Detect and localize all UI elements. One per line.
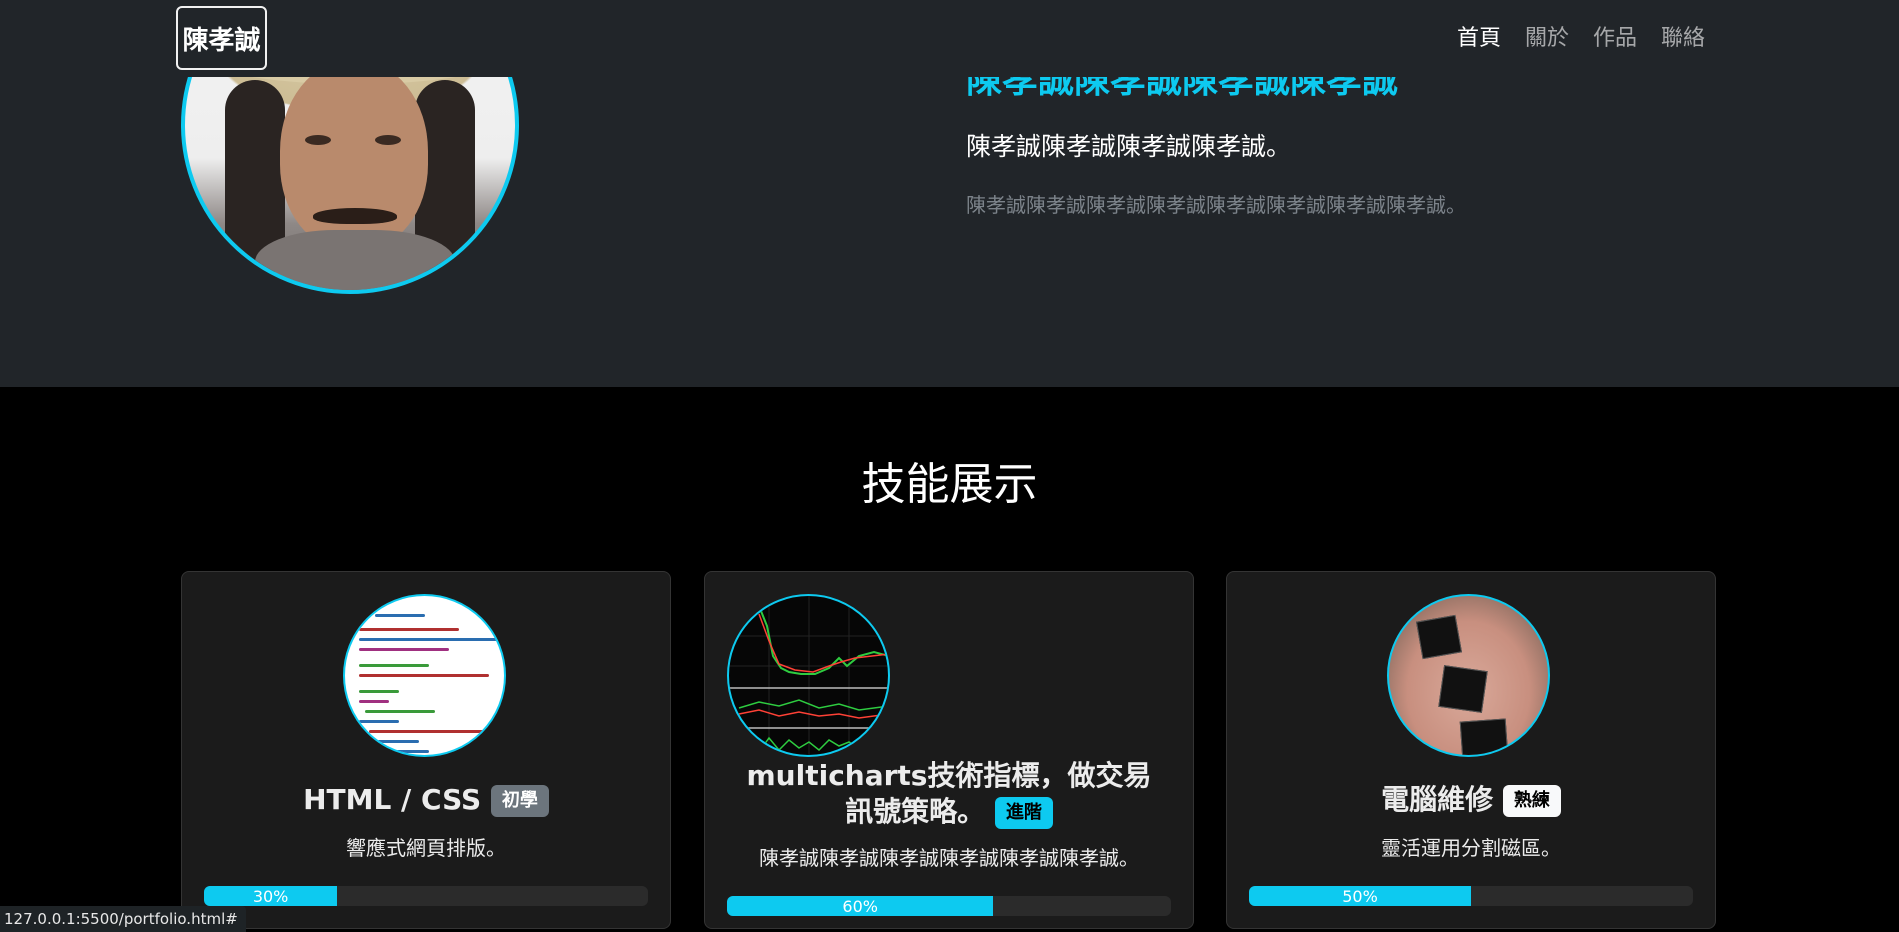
nav-link-works[interactable]: 作品 [1593, 20, 1637, 52]
skill-card-title-text: HTML / CSS [303, 783, 482, 816]
skill-level-badge: 熟練 [1502, 785, 1561, 817]
nav-links: 首頁 關於 作品 聯絡 [1457, 20, 1705, 52]
skill-card-title-text: multicharts技術指標，做交易訊號策略。 [746, 759, 1152, 828]
skill-card-title: multicharts技術指標，做交易訊號策略。 進階 [705, 758, 1193, 830]
navbar: 陳孝誠 首頁 關於 作品 聯絡 [0, 0, 1899, 77]
chips-in-hand-image [1387, 594, 1550, 757]
skill-progress-bar: 50% [1249, 886, 1471, 906]
skill-level-badge: 初學 [490, 785, 549, 817]
skill-level-badge: 進階 [994, 797, 1053, 829]
skill-card-title-text: 電腦維修 [1381, 783, 1494, 816]
skill-progress: 30% [204, 886, 648, 906]
skill-card-description: 陳孝誠陳孝誠陳孝誠陳孝誠陳孝誠陳孝誠。 [759, 846, 1139, 870]
skill-card-description: 響應式網頁排版。 [346, 836, 506, 860]
hero-description: 陳孝誠陳孝誠陳孝誠陳孝誠陳孝誠陳孝誠陳孝誠陳孝誠。 [966, 193, 1466, 217]
skill-card-title: 電腦維修 熟練 [1227, 782, 1715, 818]
skill-card-html-css: HTML / CSS 初學 響應式網頁排版。 30% [181, 571, 671, 929]
nav-link-about[interactable]: 關於 [1525, 20, 1569, 52]
nav-link-contact[interactable]: 聯絡 [1661, 20, 1705, 52]
skill-card-description: 靈活運用分割磁區。 [1381, 836, 1561, 860]
skills-heading: 技能展示 [861, 459, 1038, 510]
skill-card-computer-repair: 電腦維修 熟練 靈活運用分割磁區。 50% [1226, 571, 1716, 929]
skill-progress: 60% [727, 896, 1171, 916]
brand-logo[interactable]: 陳孝誠 [176, 6, 267, 70]
skill-progress: 50% [1249, 886, 1693, 906]
skill-progress-bar: 30% [204, 886, 338, 906]
trading-chart-image [727, 594, 890, 757]
hero-subtitle: 陳孝誠陳孝誠陳孝誠陳孝誠。 [966, 132, 1292, 161]
nav-link-home[interactable]: 首頁 [1457, 20, 1501, 52]
skill-card-multicharts: multicharts技術指標，做交易訊號策略。 進階 陳孝誠陳孝誠陳孝誠陳孝誠… [704, 571, 1194, 929]
skill-card-title: HTML / CSS 初學 [182, 782, 670, 818]
browser-status-url: 127.0.0.1:5500/portfolio.html# [0, 906, 246, 932]
skill-progress-bar: 60% [727, 896, 994, 916]
code-screenshot-image [343, 594, 506, 757]
